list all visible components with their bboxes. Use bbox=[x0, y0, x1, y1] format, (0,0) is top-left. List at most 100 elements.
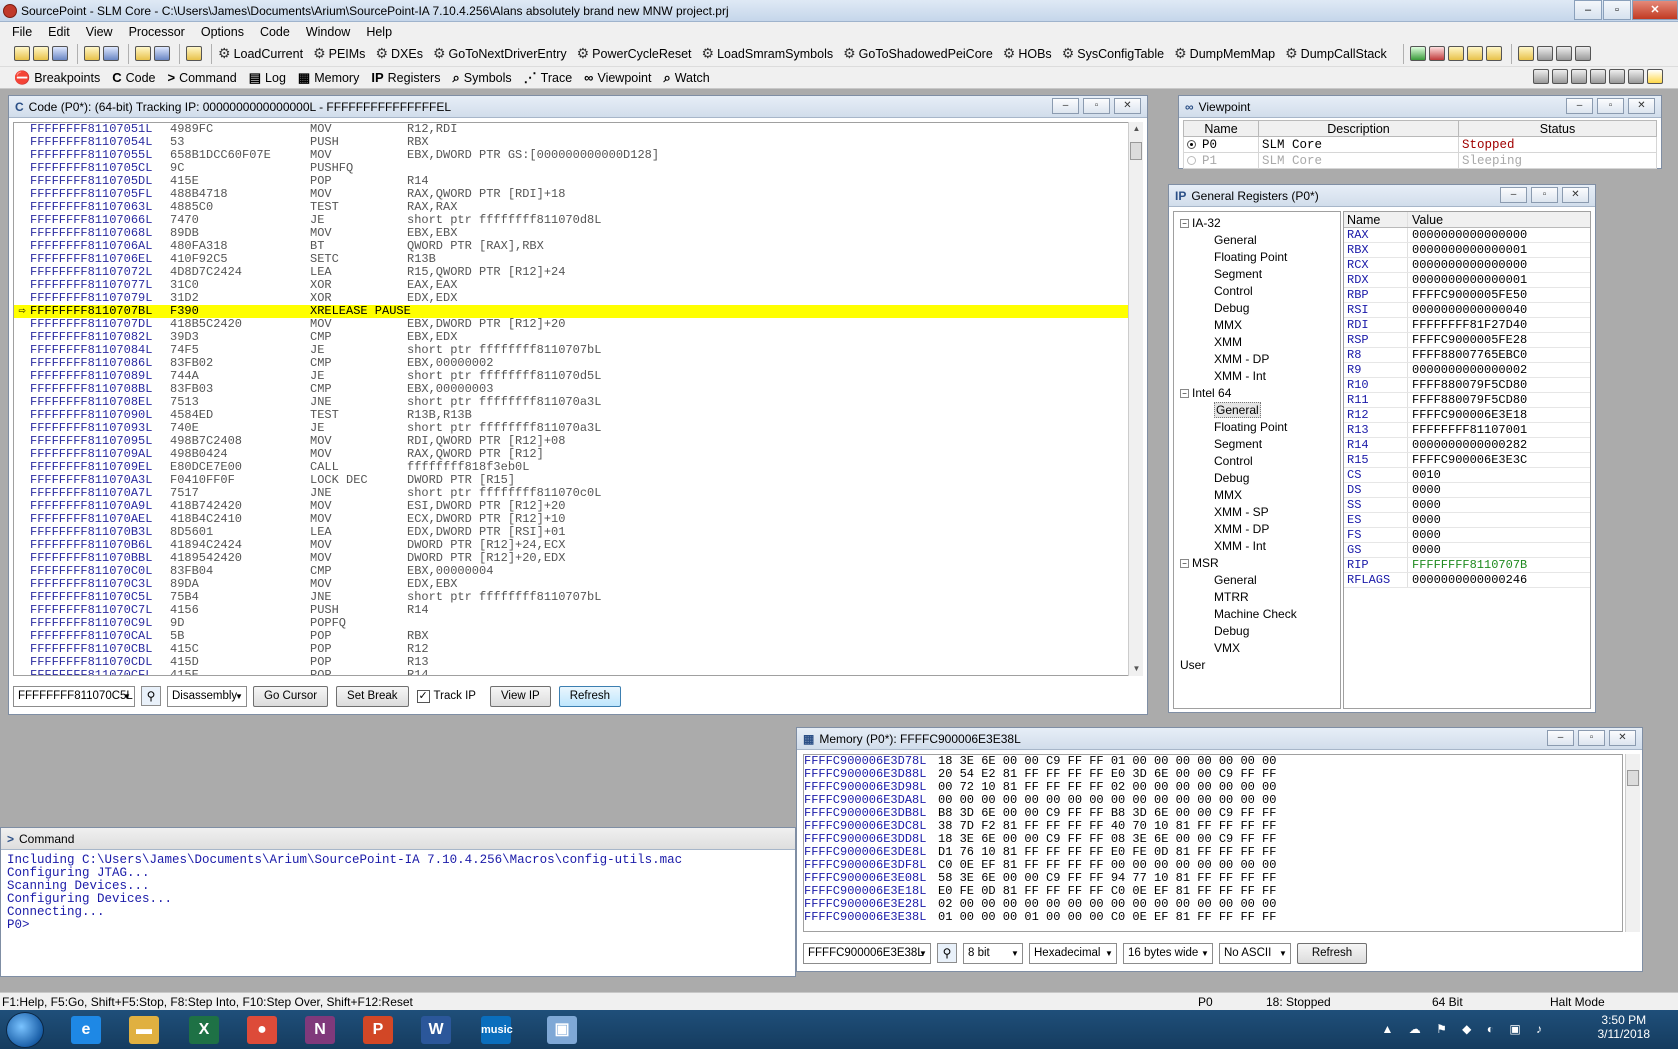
register-tree-general[interactable]: General bbox=[1214, 401, 1261, 419]
register-tree-debug[interactable]: Debug bbox=[1214, 622, 1249, 640]
view-button-trace[interactable]: ⋰ Trace bbox=[524, 70, 573, 86]
register-row-gs[interactable]: GS 0000 bbox=[1344, 543, 1590, 558]
view-button-log[interactable]: ▤ Log bbox=[249, 70, 286, 86]
menu-options[interactable]: Options bbox=[193, 25, 252, 39]
register-row-r12[interactable]: R12 FFFFC900006E3E18 bbox=[1344, 408, 1590, 423]
minimize-button[interactable]: – bbox=[1574, 0, 1602, 20]
taskbar-amazon-music[interactable]: music bbox=[474, 1013, 518, 1047]
taskbar-onenote[interactable]: N bbox=[298, 1013, 342, 1047]
registers-close-button[interactable]: ✕ bbox=[1562, 187, 1589, 203]
register-value[interactable]: 0000000000000282 bbox=[1408, 438, 1527, 452]
register-row-rbp[interactable]: RBP FFFFC9000005FE50 bbox=[1344, 288, 1590, 303]
register-tree-ia-32[interactable]: − IA-32 bbox=[1180, 214, 1221, 232]
maximize-button[interactable]: ▫ bbox=[1603, 0, 1631, 20]
register-tree-general[interactable]: General bbox=[1214, 231, 1257, 249]
column-header-value[interactable]: Value bbox=[1408, 212, 1443, 227]
macro-button-gotoshadowedpeicore[interactable]: ⚙ GoToShadowedPeiCore bbox=[843, 45, 993, 62]
find-symbol-icon[interactable]: ⚲ bbox=[141, 686, 161, 706]
memory-bytes[interactable]: 01 00 00 00 01 00 00 00 C0 0E EF 81 FF F… bbox=[938, 911, 1276, 924]
collapse-icon[interactable]: − bbox=[1180, 559, 1189, 569]
register-row-cs[interactable]: CS 0010 bbox=[1344, 468, 1590, 483]
menu-help[interactable]: Help bbox=[358, 25, 400, 39]
register-tree-xmm-sp[interactable]: XMM - SP bbox=[1214, 503, 1269, 521]
register-tree-segment[interactable]: Segment bbox=[1214, 265, 1262, 283]
menu-code[interactable]: Code bbox=[252, 25, 298, 39]
close-button[interactable]: ✕ bbox=[1632, 0, 1678, 20]
register-row-rsp[interactable]: RSP FFFFC9000005FE28 bbox=[1344, 333, 1590, 348]
register-row-r14[interactable]: R14 0000000000000282 bbox=[1344, 438, 1590, 453]
register-tree-mmx[interactable]: MMX bbox=[1214, 316, 1242, 334]
register-row-ds[interactable]: DS 0000 bbox=[1344, 483, 1590, 498]
menu-view[interactable]: View bbox=[78, 25, 121, 39]
register-value[interactable]: FFFF880079F5CD80 bbox=[1408, 378, 1527, 392]
view-button-memory[interactable]: ▦ Memory bbox=[298, 70, 359, 86]
settings-icon[interactable] bbox=[1574, 46, 1591, 61]
set-break-button[interactable]: Set Break bbox=[336, 685, 409, 707]
disassembly-row[interactable]: FFFFFFFF811070CFL 415E POP R14 bbox=[14, 669, 1132, 676]
register-value[interactable]: 0000 bbox=[1408, 513, 1441, 527]
register-value[interactable]: 0000000000000001 bbox=[1408, 273, 1527, 287]
taskbar-chrome[interactable]: ● bbox=[240, 1013, 284, 1047]
code-maximize-button[interactable]: ▫ bbox=[1083, 98, 1110, 114]
macro-button-peims[interactable]: ⚙ PEIMs bbox=[313, 45, 365, 62]
code-scrollbar[interactable]: ▲ ▼ bbox=[1128, 122, 1143, 676]
memory-maximize-button[interactable]: ▫ bbox=[1578, 730, 1605, 746]
register-tree-user[interactable]: User bbox=[1180, 656, 1205, 674]
view-button-breakpoints[interactable]: ⛔ Breakpoints bbox=[14, 70, 100, 86]
register-tree-machine-check[interactable]: Machine Check bbox=[1214, 605, 1297, 623]
collapse-icon[interactable]: − bbox=[1180, 389, 1189, 399]
register-row-r13[interactable]: R13 FFFFFFFF81107001 bbox=[1344, 423, 1590, 438]
step-out-icon[interactable] bbox=[1485, 46, 1502, 61]
memory-row[interactable]: FFFFC900006E3E38L 01 00 00 00 01 00 00 00… bbox=[804, 911, 1622, 924]
register-value[interactable]: FFFFC9000005FE50 bbox=[1408, 288, 1527, 302]
macro-button-sysconfigtable[interactable]: ⚙ SysConfigTable bbox=[1062, 45, 1164, 62]
register-row-r8[interactable]: R8 FFFF88007765EBC0 bbox=[1344, 348, 1590, 363]
open-file-icon[interactable] bbox=[135, 46, 151, 61]
power-icon[interactable] bbox=[1555, 46, 1572, 61]
register-row-fs[interactable]: FS 0000 bbox=[1344, 528, 1590, 543]
macro-icon[interactable] bbox=[186, 46, 202, 61]
menu-window[interactable]: Window bbox=[298, 25, 358, 39]
macro-button-dumpmemmap[interactable]: ⚙ DumpMemMap bbox=[1174, 45, 1275, 62]
macro-button-loadsmramsymbols[interactable]: ⚙ LoadSmramSymbols bbox=[702, 45, 834, 62]
go-cursor-button[interactable]: Go Cursor bbox=[253, 685, 329, 707]
registers-maximize-button[interactable]: ▫ bbox=[1531, 187, 1558, 203]
macro-button-dxes[interactable]: ⚙ DXEs bbox=[375, 45, 423, 62]
register-tree-xmm[interactable]: XMM bbox=[1214, 333, 1242, 351]
system-tray-icons[interactable]: ▲ ☁ ⚑ ◆ ◐ ▣ ♪ bbox=[1382, 1022, 1548, 1036]
register-value[interactable]: 0010 bbox=[1408, 468, 1441, 482]
stop-icon[interactable] bbox=[1428, 46, 1445, 61]
taskbar-sourcepoint[interactable]: ▣ bbox=[540, 1013, 584, 1047]
disassembly-listing[interactable]: FFFFFFFF81107051L 4989FC MOV R12,RDI FFFFFFF… bbox=[13, 122, 1133, 676]
tree-icon[interactable] bbox=[1590, 69, 1606, 84]
macro-button-gotonextdriverentry[interactable]: ⚙ GoToNextDriverEntry bbox=[433, 45, 567, 62]
viewpoint-row-p1[interactable]: P1 SLM Core Sleeping bbox=[1183, 152, 1657, 169]
register-tree-xmm-int[interactable]: XMM - Int bbox=[1214, 537, 1266, 555]
new-project-icon[interactable] bbox=[14, 46, 30, 61]
macro-button-loadcurrent[interactable]: ⚙ LoadCurrent bbox=[218, 45, 303, 62]
register-value[interactable]: FFFF880079F5CD80 bbox=[1408, 393, 1527, 407]
code-minimize-button[interactable]: – bbox=[1052, 98, 1079, 114]
step-into-icon[interactable] bbox=[1447, 46, 1464, 61]
start-button[interactable] bbox=[6, 1012, 44, 1048]
memory-close-button[interactable]: ✕ bbox=[1609, 730, 1636, 746]
column-header-name[interactable]: Name bbox=[1183, 120, 1259, 137]
save-layout-icon[interactable] bbox=[103, 46, 119, 61]
open-project-icon[interactable] bbox=[33, 46, 49, 61]
register-row-rax[interactable]: RAX 0000000000000000 bbox=[1344, 228, 1590, 243]
warning-icon[interactable] bbox=[1609, 69, 1625, 84]
register-tree-control[interactable]: Control bbox=[1214, 282, 1253, 300]
command-output[interactable]: Including C:\Users\James\Documents\Arium… bbox=[7, 854, 793, 974]
register-value[interactable]: 0000000000000000 bbox=[1408, 258, 1527, 272]
go-icon[interactable] bbox=[1409, 46, 1426, 61]
view-ip-button[interactable]: View IP bbox=[489, 685, 551, 707]
macro-button-dumpcallstack[interactable]: ⚙ DumpCallStack bbox=[1285, 45, 1387, 62]
register-tree-debug[interactable]: Debug bbox=[1214, 299, 1249, 317]
code-close-button[interactable]: ✕ bbox=[1114, 98, 1141, 114]
collapse-icon[interactable]: − bbox=[1180, 219, 1189, 229]
register-value[interactable]: 0000 bbox=[1408, 543, 1441, 557]
register-row-es[interactable]: ES 0000 bbox=[1344, 513, 1590, 528]
find-symbol-icon[interactable]: ⚲ bbox=[937, 943, 957, 963]
command-prompt[interactable]: P0> bbox=[7, 919, 793, 932]
window-tile-icon[interactable] bbox=[1571, 69, 1587, 84]
